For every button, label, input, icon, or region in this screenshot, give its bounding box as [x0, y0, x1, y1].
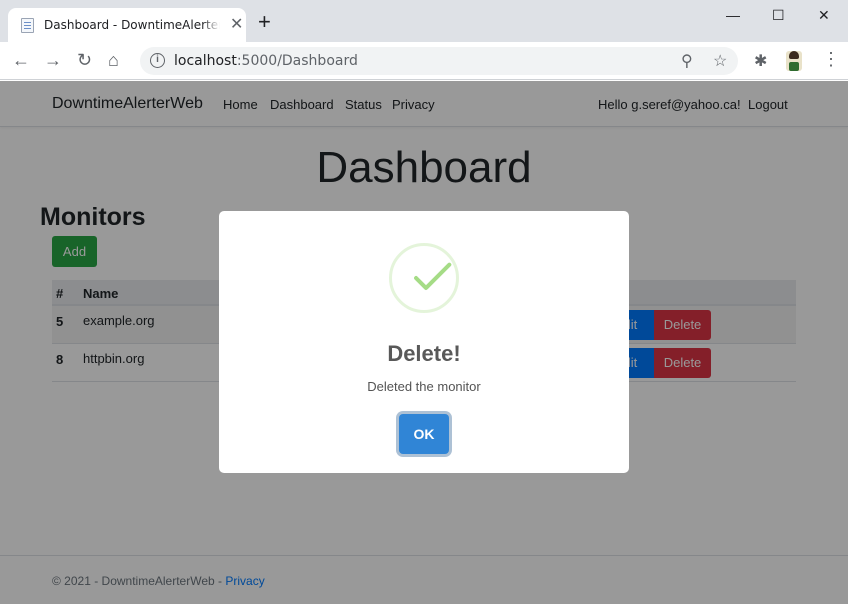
back-icon[interactable]: ← — [12, 50, 30, 70]
browser-titlebar: Dashboard - DowntimeAlerterWeb ✕ + — ☐ ✕ — [0, 0, 848, 42]
reload-icon[interactable]: ↻ — [77, 50, 92, 70]
maximize-icon[interactable]: ☐ — [772, 6, 785, 24]
dialog-title: Delete! — [387, 341, 461, 366]
minimize-icon[interactable]: — — [726, 6, 740, 24]
new-tab-button[interactable]: + — [258, 11, 271, 33]
address-bar[interactable]: i localhost:5000/Dashboard ⚲ ☆ — [140, 47, 738, 75]
dialog-message: Deleted the monitor — [367, 379, 481, 394]
url-host: localhost — [174, 53, 237, 69]
page-icon — [21, 18, 34, 33]
browser-menu-icon[interactable]: ⋮ — [822, 49, 840, 70]
zoom-icon[interactable]: ⚲ — [681, 51, 693, 71]
ok-button[interactable]: OK — [399, 414, 449, 454]
profile-avatar[interactable] — [786, 51, 802, 71]
tab-title: Dashboard - DowntimeAlerterWeb — [44, 18, 220, 32]
browser-toolbar: ← → ↻ ⌂ i localhost:5000/Dashboard ⚲ ☆ ✱… — [0, 42, 848, 80]
bookmark-star-icon[interactable]: ☆ — [713, 51, 727, 71]
url-text[interactable]: localhost:5000/Dashboard — [174, 53, 358, 69]
close-window-icon[interactable]: ✕ — [818, 6, 830, 24]
close-tab-icon[interactable]: ✕ — [230, 17, 243, 33]
success-dialog: Delete! Deleted the monitor OK — [219, 211, 629, 473]
success-check-icon — [389, 243, 459, 313]
info-icon[interactable]: i — [150, 53, 165, 68]
forward-icon[interactable]: → — [44, 50, 62, 70]
extensions-icon[interactable]: ✱ — [754, 51, 767, 71]
check-mark-long — [423, 261, 453, 291]
url-path: :5000/Dashboard — [236, 53, 358, 69]
browser-tab[interactable]: Dashboard - DowntimeAlerterWeb ✕ — [8, 8, 246, 42]
home-icon[interactable]: ⌂ — [108, 50, 119, 70]
